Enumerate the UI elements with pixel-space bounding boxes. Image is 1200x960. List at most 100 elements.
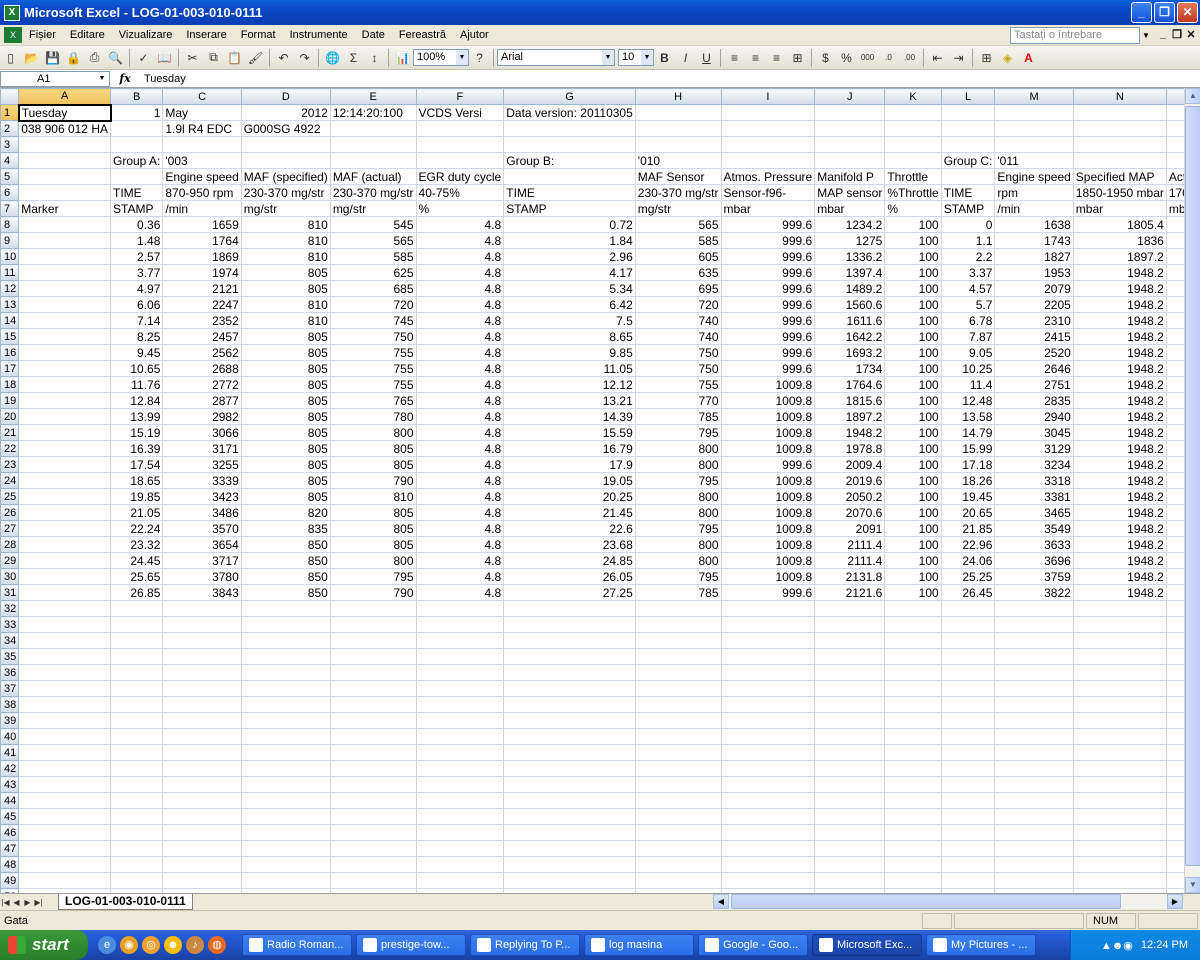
cell[interactable]: 4.8 [415, 248, 505, 265]
cell[interactable] [814, 680, 886, 697]
cell[interactable]: Engine speed [162, 168, 242, 185]
cell[interactable] [940, 760, 996, 777]
cell[interactable] [503, 712, 636, 729]
cell[interactable]: 3549 [994, 520, 1074, 537]
cell[interactable] [18, 696, 111, 713]
cell[interactable] [884, 648, 942, 665]
cell[interactable]: 26.45 [940, 584, 996, 601]
cell[interactable] [329, 696, 417, 713]
cell[interactable]: 4.97 [109, 280, 164, 297]
cell[interactable] [994, 840, 1074, 857]
cell[interactable]: 795 [634, 424, 722, 441]
cell[interactable] [884, 104, 942, 121]
comma-style-icon[interactable]: 000 [858, 49, 877, 67]
cell[interactable]: 3465 [994, 504, 1074, 521]
cell[interactable]: 1519.8 [1165, 296, 1184, 313]
cell[interactable]: 800 [634, 552, 722, 569]
cell[interactable]: mbar [1072, 200, 1167, 217]
cell[interactable] [884, 776, 942, 793]
cell[interactable]: 19.05 [503, 472, 636, 489]
cell[interactable]: 805 [329, 536, 417, 553]
first-sheet-icon[interactable]: |◀ [0, 898, 11, 907]
row-header[interactable]: 47 [0, 840, 20, 857]
cell[interactable] [884, 600, 942, 617]
cell[interactable]: 1275 [814, 232, 886, 249]
name-box[interactable]: A1 ▼ [0, 70, 110, 87]
cell[interactable] [814, 856, 886, 873]
increase-decimal-icon[interactable]: .0 [879, 49, 898, 67]
cell[interactable] [18, 360, 111, 377]
cell[interactable] [814, 728, 886, 745]
cell[interactable]: 4.8 [415, 328, 505, 345]
cell[interactable]: 999.6 [720, 328, 816, 345]
cell[interactable] [329, 712, 417, 729]
cell[interactable] [940, 712, 996, 729]
row-header[interactable]: 1 [0, 104, 20, 121]
row-header[interactable]: 9 [0, 232, 20, 249]
cell[interactable]: 585 [329, 248, 417, 265]
cell[interactable]: 1.9l R4 EDC [162, 120, 242, 137]
cell[interactable] [109, 632, 164, 649]
cell[interactable]: 1948.2 [1072, 456, 1167, 473]
row-header[interactable]: 18 [0, 376, 20, 393]
cell[interactable] [814, 632, 886, 649]
cell[interactable] [1165, 792, 1184, 809]
cell[interactable]: 4.8 [415, 552, 505, 569]
scroll-right-icon[interactable]: ▶ [1167, 894, 1183, 909]
cell[interactable]: 805 [329, 440, 417, 457]
cell[interactable]: 740 [634, 312, 722, 329]
cell[interactable]: 1815.6 [814, 392, 886, 409]
cell[interactable]: 1693.2 [814, 344, 886, 361]
cell[interactable]: 1621.8 [1165, 328, 1184, 345]
cell[interactable]: 1897.2 [1072, 248, 1167, 265]
cell[interactable] [634, 648, 722, 665]
cell[interactable]: 999.6 [720, 296, 816, 313]
cell[interactable] [240, 840, 331, 857]
cell[interactable] [1165, 104, 1184, 121]
cell[interactable]: 1.1 [940, 232, 996, 249]
cell[interactable] [329, 872, 417, 889]
cell[interactable]: 0 [940, 216, 996, 233]
cell[interactable] [162, 136, 242, 153]
cell[interactable] [18, 328, 111, 345]
cell[interactable] [940, 808, 996, 825]
cell[interactable]: 100 [884, 456, 942, 473]
outlook-icon[interactable]: ◎ [142, 936, 160, 954]
cell[interactable] [415, 776, 505, 793]
cell[interactable]: 2835 [994, 392, 1074, 409]
cell[interactable]: 230-370 mg/str [240, 184, 331, 201]
cell[interactable]: 3780 [162, 568, 242, 585]
cell[interactable] [1072, 136, 1167, 153]
cell[interactable] [109, 792, 164, 809]
cell[interactable]: 100 [884, 216, 942, 233]
cell[interactable]: 0.36 [109, 216, 164, 233]
cell[interactable]: 10.25 [940, 360, 996, 377]
cell[interactable] [18, 600, 111, 617]
row-header[interactable]: 16 [0, 344, 20, 361]
cell[interactable] [720, 120, 816, 137]
cell[interactable] [18, 136, 111, 153]
cell[interactable]: 12.48 [940, 392, 996, 409]
cell[interactable] [940, 648, 996, 665]
menu-format[interactable]: Format [234, 29, 283, 41]
cell[interactable] [720, 664, 816, 681]
cell[interactable] [720, 792, 816, 809]
cell[interactable]: MAF Sensor [634, 168, 722, 185]
cell[interactable]: STAMP [503, 200, 636, 217]
cell[interactable]: 1917.6 [1165, 424, 1184, 441]
hyperlink-icon[interactable]: 🌐 [323, 49, 342, 67]
cell[interactable]: 2877 [162, 392, 242, 409]
messenger-icon[interactable]: ☻ [164, 936, 182, 954]
cell[interactable] [634, 664, 722, 681]
cell[interactable] [415, 648, 505, 665]
cell[interactable] [415, 760, 505, 777]
cell[interactable]: 750 [329, 328, 417, 345]
cell[interactable]: 4.8 [415, 584, 505, 601]
cell[interactable]: 805 [240, 424, 331, 441]
sheet-tab[interactable]: LOG-01-003-010-0111 [58, 894, 193, 910]
cell[interactable]: 1948.2 [1072, 472, 1167, 489]
cell[interactable]: 1948.2 [1072, 504, 1167, 521]
cell[interactable] [18, 536, 111, 553]
cell[interactable]: 13.21 [503, 392, 636, 409]
cell[interactable] [1072, 712, 1167, 729]
